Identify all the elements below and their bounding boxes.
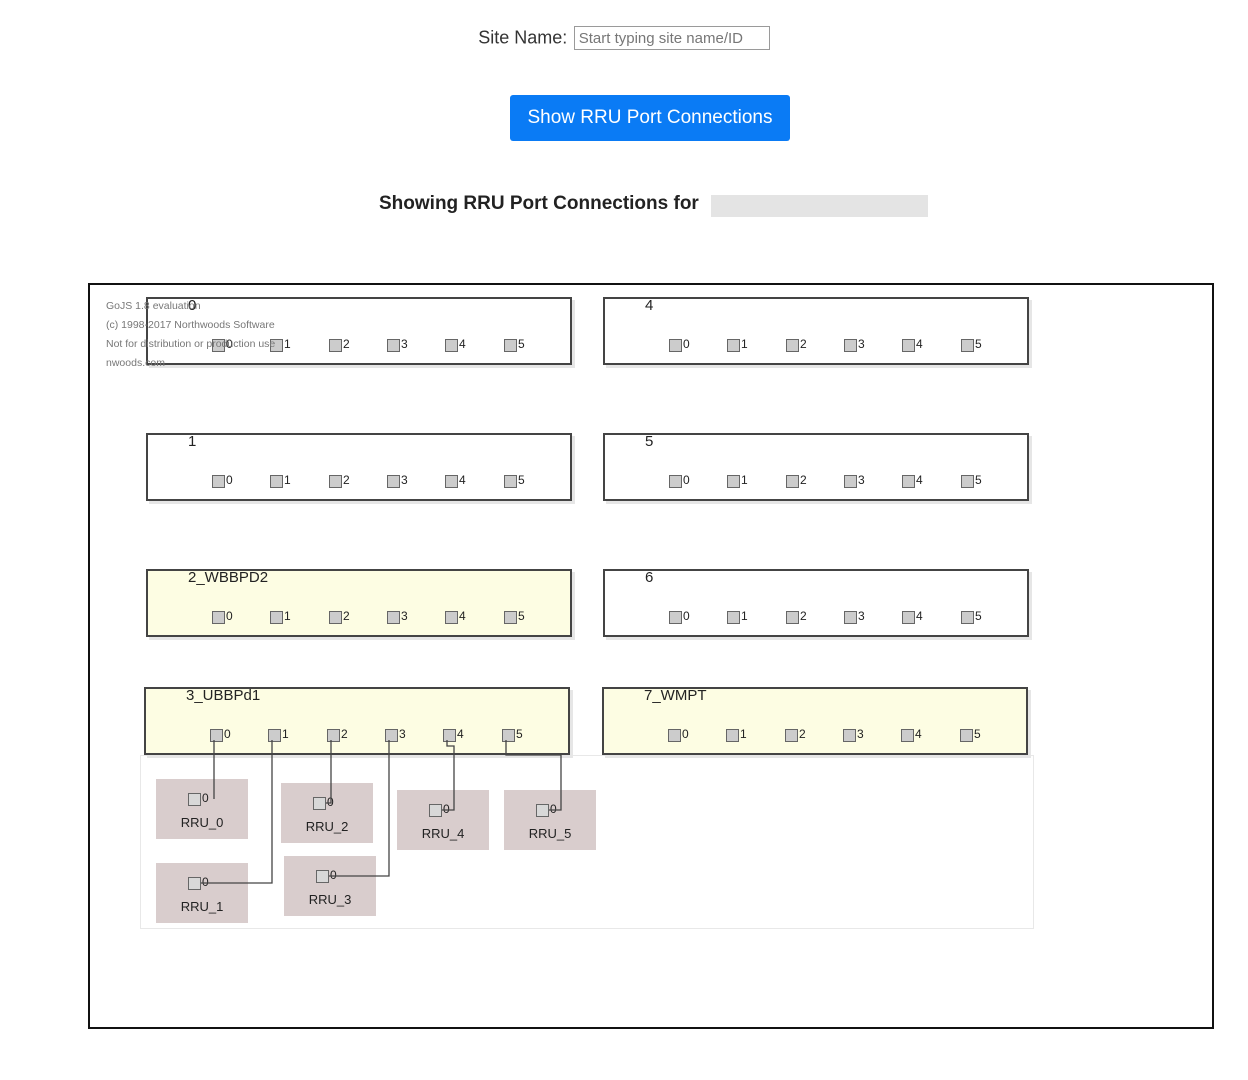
watermark-line: GoJS 1.8 evaluation <box>106 300 201 312</box>
site-name-label: Site Name: <box>478 27 568 48</box>
link-line <box>505 740 562 811</box>
redacted-site-name <box>711 195 928 217</box>
connections-heading: Showing RRU Port Connections for <box>379 193 699 214</box>
site-search-row: Site Name: <box>0 26 1248 50</box>
show-rru-port-connections-button[interactable]: Show RRU Port Connections <box>510 95 790 141</box>
site-name-input[interactable] <box>573 26 770 50</box>
diagram-canvas[interactable]: GoJS 1.8 evaluation (c) 1998-2017 Northw… <box>88 283 1214 1029</box>
link-line <box>201 740 273 884</box>
watermark-line: (c) 1998-2017 Northwoods Software <box>106 319 275 331</box>
link-line <box>442 740 455 811</box>
evaluation-watermark: GoJS 1.8 evaluation (c) 1998-2017 Northw… <box>106 297 275 373</box>
watermark-line: Not for distribution or production use <box>106 338 276 350</box>
watermark-line: nwoods.com <box>106 357 165 369</box>
link-line <box>326 740 332 804</box>
connection-links <box>201 740 562 884</box>
link-line <box>329 740 390 877</box>
